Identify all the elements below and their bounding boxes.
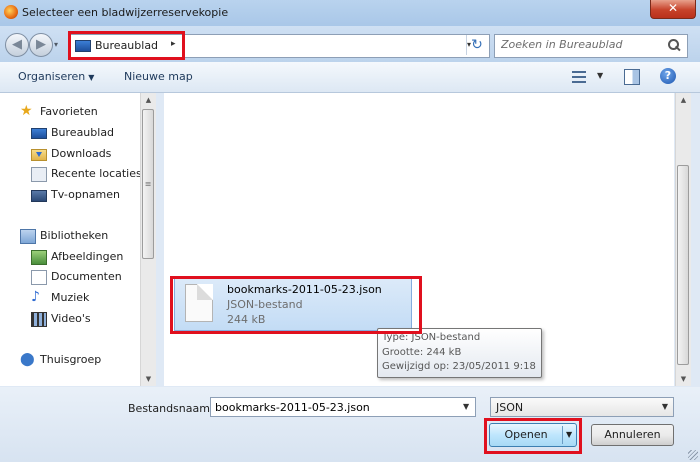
view-options-dropdown[interactable]: ▼ xyxy=(597,71,603,80)
organize-caret-icon: ▼ xyxy=(88,73,95,82)
music-icon: ♪ xyxy=(31,289,40,305)
organize-label: Organiseren xyxy=(18,70,86,83)
preview-pane-icon[interactable] xyxy=(624,69,640,85)
filename-dropdown-icon[interactable]: ▼ xyxy=(463,402,469,411)
file-tooltip: Type: JSON-bestand Grootte: 244 kB Gewij… xyxy=(377,328,542,378)
forward-button[interactable]: ▶ xyxy=(29,33,53,57)
command-toolbar: Organiseren ▼ Nieuwe map ▼ ? xyxy=(0,62,700,93)
filetype-value: JSON xyxy=(496,401,524,414)
sidebar-item-label: Tv-opnamen xyxy=(51,188,120,201)
sidebar-item-label: Downloads xyxy=(51,147,112,160)
scroll-up-icon[interactable]: ▲ xyxy=(676,93,691,107)
change-view-icon[interactable] xyxy=(572,71,586,83)
filename-field[interactable]: ▼ xyxy=(210,397,476,417)
close-button[interactable]: ✕ xyxy=(650,0,696,19)
cancel-button[interactable]: Annuleren xyxy=(591,424,674,446)
file-list: bookmarks-2011-05-23.json JSON-bestand 2… xyxy=(164,93,674,386)
tv-recordings-icon xyxy=(31,190,47,202)
libraries-icon xyxy=(20,229,36,244)
highlight-box-open xyxy=(484,418,582,454)
tooltip-modified: Gewijzigd op: 23/05/2011 9:18 xyxy=(382,361,536,372)
recent-pages-dropdown[interactable]: ▾ xyxy=(54,40,58,49)
highlight-box-address xyxy=(68,31,185,60)
sidebar-header-label: Favorieten xyxy=(40,105,98,118)
desktop-icon xyxy=(31,128,47,139)
window-title: Selecteer een bladwijzerreservekopie xyxy=(22,6,229,19)
recent-places-icon xyxy=(31,167,47,182)
navigation-pane: ★ Favorieten Bureaublad Downloads Recent… xyxy=(0,93,156,386)
sidebar-item-label: Documenten xyxy=(51,270,122,283)
filetype-select[interactable]: JSON ▼ xyxy=(490,397,674,417)
organize-button[interactable]: Organiseren ▼ xyxy=(18,70,94,83)
filename-label: Bestandsnaam: xyxy=(128,402,214,415)
videos-icon xyxy=(31,312,47,327)
thumb-grip-icon: ≡ xyxy=(144,179,152,189)
sidebar-item-label: Recente locaties xyxy=(51,167,142,180)
scroll-down-icon[interactable]: ▼ xyxy=(676,372,691,386)
scroll-thumb[interactable]: ≡ xyxy=(142,109,154,259)
sidebar-item-label: Video's xyxy=(51,312,91,325)
new-folder-button[interactable]: Nieuwe map xyxy=(124,70,193,83)
search-input[interactable] xyxy=(501,38,661,51)
tooltip-size: Grootte: 244 kB xyxy=(382,347,462,358)
sidebar-item-label: Bureaublad xyxy=(51,126,115,139)
search-box[interactable] xyxy=(494,34,688,58)
highlight-box-file xyxy=(170,276,422,334)
pictures-icon xyxy=(31,250,47,265)
search-icon[interactable] xyxy=(667,38,681,54)
firefox-icon xyxy=(4,5,18,19)
refresh-button[interactable]: ↻ xyxy=(466,35,487,55)
back-button[interactable]: ◀ xyxy=(5,33,29,57)
sidebar-item-label: Afbeeldingen xyxy=(51,250,124,263)
documents-icon xyxy=(31,270,47,285)
scroll-up-icon[interactable]: ▲ xyxy=(141,93,156,107)
filename-input[interactable] xyxy=(215,401,455,414)
sidebar-scrollbar[interactable]: ▲ ≡ ▼ xyxy=(140,93,156,386)
dialog-footer: Bestandsnaam: ▼ JSON ▼ Openen ▼ Annulere… xyxy=(0,387,700,462)
sidebar-item-label: Muziek xyxy=(51,291,90,304)
homegroup-icon: ⬤ xyxy=(20,352,35,367)
scroll-thumb[interactable] xyxy=(677,165,689,365)
star-icon: ★ xyxy=(20,103,33,119)
downloads-icon xyxy=(31,149,47,161)
filetype-dropdown-icon[interactable]: ▼ xyxy=(662,402,668,411)
file-list-scrollbar[interactable]: ▲ ▼ xyxy=(675,93,691,386)
sidebar-item-label: Thuisgroep xyxy=(40,353,102,366)
sidebar-header-label: Bibliotheken xyxy=(40,229,109,242)
help-icon[interactable]: ? xyxy=(660,68,676,84)
scroll-down-icon[interactable]: ▼ xyxy=(141,372,156,386)
title-bar: Selecteer een bladwijzerreservekopie ✕ xyxy=(0,0,700,26)
resize-grip[interactable] xyxy=(688,450,698,460)
